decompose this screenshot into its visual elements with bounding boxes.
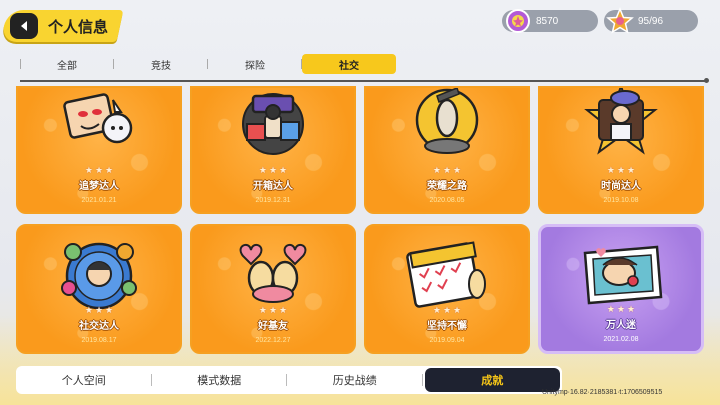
category-tabs: 全部 竞技 探险 社交 (20, 54, 700, 74)
achievement-date: 2019.10.08 (603, 197, 639, 204)
achievement-date: 2020.08.05 (429, 197, 465, 204)
fashionista-badge-icon (584, 88, 658, 155)
tab-competitive[interactable]: 竞技 (114, 54, 208, 74)
achievement-date: 2021.01.21 (81, 197, 117, 204)
rating-stars: ★ ★ ★ (432, 305, 462, 315)
achievement-date: 2021.02.08 (603, 336, 639, 343)
achievement-card[interactable]: ★ ★ ★ 时尚达人 2019.10.08 (538, 86, 704, 214)
page-title: 个人信息 (48, 19, 109, 36)
rating-stars: ★ ★ ★ (606, 165, 636, 175)
tab-all[interactable]: 全部 (20, 54, 114, 74)
rating-stars: ★ ★ ★ (258, 165, 288, 175)
nav-personal-space[interactable]: 个人空间 (16, 366, 152, 394)
tab-adventure[interactable]: 探险 (208, 54, 302, 74)
achievement-name: 坚持不懈 (427, 321, 467, 332)
achievement-name: 荣耀之路 (427, 181, 467, 192)
achievement-card[interactable]: ★ ★ ★ 开箱达人 2019.12.31 (190, 86, 356, 214)
achievement-name: 社交达人 (79, 321, 119, 332)
achievement-date: 2022.12.27 (255, 337, 291, 344)
nav-mode-data[interactable]: 模式数据 (152, 366, 288, 394)
star-currency: 95/96 (604, 7, 698, 34)
nav-achievements[interactable]: 成就 (424, 368, 560, 392)
star-count: 95/96 (638, 15, 664, 27)
dream-chaser-badge-icon (63, 93, 133, 144)
achievement-name: 时尚达人 (601, 181, 641, 192)
tab-divider (20, 78, 709, 83)
achievement-name: 追梦达人 (79, 181, 119, 192)
rating-stars: ★ ★ ★ (432, 165, 462, 175)
persistence-calendar-badge-icon (406, 241, 486, 308)
star-token-icon (606, 7, 634, 34)
glory-road-badge-icon (415, 88, 479, 154)
back-button[interactable] (10, 13, 38, 39)
achievement-date: 2019.12.31 (255, 197, 291, 204)
achievement-date: 2019.08.17 (81, 337, 117, 344)
build-info: Unitymp·16.82·2185381·t:1706509515 (542, 389, 663, 396)
back-arrow-icon (21, 21, 27, 31)
achievement-card[interactable]: ★ ★ ★ 坚持不懈 2019.09.04 (364, 224, 530, 354)
achievement-grid: ★ ★ ★ 追梦达人 2021.01.21 ★ ★ ★ 开箱达人 2019.12.31 … (16, 86, 704, 354)
achievement-card[interactable]: ★ ★ ★ 社交达人 2019.08.17 (16, 224, 182, 354)
box-opener-badge-icon (242, 93, 304, 155)
achievement-name: 好基友 (258, 321, 288, 332)
rating-stars: ★ ★ ★ (606, 304, 636, 314)
rating-stars: ★ ★ ★ (258, 305, 288, 315)
achievement-name: 万人迷 (606, 320, 636, 331)
tab-social[interactable]: 社交 (302, 54, 396, 74)
achievement-card[interactable]: ★ ★ ★ 万人迷 2021.02.08 (538, 224, 704, 354)
gem-badge-icon (506, 9, 530, 33)
rating-stars: ★ ★ ★ (84, 305, 114, 315)
bottom-nav: 个人空间 模式数据 历史战绩 成就 (16, 366, 562, 394)
achievement-card[interactable]: ★ ★ ★ 好基友 2022.12.27 (190, 224, 356, 354)
best-buddies-badge-icon (239, 243, 307, 303)
gem-count: 8570 (536, 15, 559, 27)
achievement-date: 2019.09.04 (429, 337, 465, 344)
social-butterfly-badge-icon (61, 242, 137, 310)
nav-match-history[interactable]: 历史战绩 (287, 366, 423, 394)
achievement-name: 开箱达人 (253, 181, 293, 192)
rating-stars: ★ ★ ★ (84, 165, 114, 175)
achievement-card[interactable]: ★ ★ ★ 追梦达人 2021.01.21 (16, 86, 182, 214)
gem-currency: 8570 (502, 9, 598, 33)
achievement-card[interactable]: ★ ★ ★ 荣耀之路 2020.08.05 (364, 86, 530, 214)
